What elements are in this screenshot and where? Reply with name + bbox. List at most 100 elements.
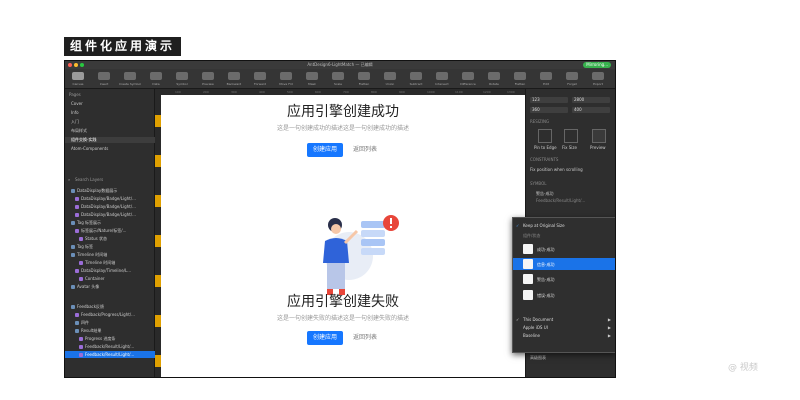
section-heading: 组件/状态 — [523, 233, 541, 238]
folder-icon — [71, 189, 75, 193]
symbol-option[interactable]: 错误-成功 — [537, 293, 554, 299]
layer-item[interactable]: Result结果 — [65, 327, 155, 334]
toolbar-subtract-button[interactable]: Subtract — [407, 71, 425, 87]
layer-item[interactable]: Avatar 头像 — [65, 283, 155, 290]
create-app-button[interactable]: 创建应用 — [307, 331, 343, 345]
toolbar-rotate-button[interactable]: Rotate — [485, 71, 503, 87]
page-item[interactable]: Atom-Components — [71, 146, 108, 151]
symbol-icon — [79, 261, 83, 265]
toolbar-preview-button[interactable]: Preview — [199, 71, 217, 87]
height-input[interactable]: 400 — [572, 107, 610, 113]
symbol-icon — [79, 345, 83, 349]
toolbar-canvas-button[interactable]: Canvas — [69, 71, 87, 87]
layer-item[interactable]: Status 状态 — [65, 235, 155, 242]
layer-item[interactable]: 标签展示/Nature/标签/... — [65, 227, 155, 234]
symbol-swap-menu: ✓ Keep at Original Size 组件/状态 成功-成功 信息-成功… — [512, 217, 615, 353]
toolbar-export-button[interactable]: Export — [589, 71, 607, 87]
toolbar-backward-button[interactable]: Backward — [225, 71, 243, 87]
layer-item[interactable]: 四件 — [65, 319, 155, 326]
toolbar-insert-button[interactable]: Insert — [95, 71, 113, 87]
design-canvas[interactable]: 100 200 300 400 500 600 700 800 900 1000… — [155, 89, 525, 377]
toolbar-forward-button[interactable]: Forward — [251, 71, 269, 87]
canvas-icon — [72, 72, 84, 80]
pin-to-edge-icon[interactable] — [538, 129, 552, 143]
rotate-icon — [488, 72, 500, 80]
layer-item[interactable]: DataDisplay/Badge/Light/... — [65, 195, 155, 202]
layer-item[interactable]: DataDisplay/Timeline/L... — [65, 267, 155, 274]
keep-original-size-checkbox[interactable]: ✓ Keep at Original Size — [513, 222, 615, 229]
layer-item[interactable]: Tag 标签展示 — [65, 219, 155, 226]
folder-icon — [75, 329, 79, 333]
library-item[interactable]: ✓ This Document ▶ — [513, 316, 615, 323]
toolbar-scale-button[interactable]: Scale — [329, 71, 347, 87]
fix-size-icon[interactable] — [564, 129, 578, 143]
layer-item[interactable]: Progress 进度条 — [65, 335, 155, 342]
toolbar-union-button[interactable]: Union — [381, 71, 399, 87]
back-to-list-link[interactable]: 返回列表 — [353, 143, 377, 157]
toolbar-difference-button[interactable]: Difference — [459, 71, 477, 87]
toolbar-create-symbol-button[interactable]: Create Symbol — [119, 71, 141, 87]
library-item[interactable]: Apple iOS UI ▶ — [513, 324, 615, 331]
symbol-option[interactable]: 警告-成功 — [537, 277, 554, 283]
symbol-name[interactable]: 警告-成功 — [536, 191, 553, 197]
fix-position-checkbox[interactable]: Fix position when scrolling — [530, 167, 583, 173]
y-input[interactable]: 2800 — [572, 97, 610, 103]
symbol-thumbnail — [523, 290, 533, 300]
toolbar: Canvas Insert Create Symbol Data Symbol … — [65, 69, 615, 89]
page-item[interactable]: Info — [71, 110, 79, 115]
layer-item[interactable]: Feedback/Progress/Light/... — [65, 311, 155, 318]
layer-item[interactable]: DataDisplay/Badge/Light/... — [65, 211, 155, 218]
backward-icon — [228, 72, 240, 80]
symbol-icon — [75, 205, 79, 209]
toolbar-edit-button[interactable]: Edit — [537, 71, 555, 87]
fail-title: 应用引擎创建失败 — [287, 294, 399, 310]
forward-icon — [254, 72, 266, 80]
toolbar-move-button[interactable]: Move Frd — [277, 71, 295, 87]
create-app-button[interactable]: 创建应用 — [307, 143, 343, 157]
folder-icon — [75, 321, 79, 325]
toolbar-mask-button[interactable]: Mask — [303, 71, 321, 87]
chevron-right-icon: ▶ — [607, 317, 611, 322]
layer-item-selected[interactable]: Feedback/Result/Light/... — [65, 351, 155, 358]
layer-item[interactable]: Timeline 时间轴 — [65, 259, 155, 266]
chevron-right-icon: ▶ — [607, 333, 611, 338]
toolbar-flatten-button[interactable]: Flatten — [355, 71, 373, 87]
page-item[interactable]: 布局样式 — [71, 128, 87, 134]
toolbar-flatten2-button[interactable]: Flatten — [511, 71, 529, 87]
symbol-thumbnail — [523, 244, 533, 254]
success-title: 应用引擎创建成功 — [287, 104, 399, 120]
layer-item[interactable]: Feedback/Result/Light/... — [65, 343, 155, 350]
symbol-option[interactable]: 成功-成功 — [537, 247, 554, 253]
library-item[interactable]: Baseline ▶ — [513, 332, 615, 339]
layer-item[interactable]: DataDisplay/Badge/Light/... — [65, 203, 155, 210]
layer-item[interactable]: Tag 标签 — [65, 243, 155, 250]
title-bar: AntDesign6-LightMatch — 已编辑 Mirroring... — [65, 61, 615, 69]
layer-item[interactable]: Timeline 时间轴 — [65, 251, 155, 258]
layer-item[interactable]: DataDisplay数据展示 — [65, 187, 155, 194]
mirroring-badge[interactable]: Mirroring... — [583, 62, 611, 68]
page-item-selected[interactable]: 组件交换-实践 — [65, 137, 155, 143]
toolbar-forget-button[interactable]: Forget — [563, 71, 581, 87]
layer-search-input[interactable]: Search Layers — [75, 177, 103, 182]
artboard[interactable]: 应用引擎创建成功 这是一句创建成功的描述这是一句创建成功的描述 创建应用 返回列… — [161, 95, 525, 377]
layer-item[interactable]: Feedback反馈 — [65, 303, 155, 310]
layer-item[interactable]: Container — [65, 275, 155, 282]
symbol-icon — [79, 277, 83, 281]
symbol-icon — [124, 72, 136, 80]
page-item[interactable]: Cover — [71, 101, 83, 106]
toolbar-data-button[interactable]: Data — [147, 71, 165, 87]
symbol-option-selected[interactable]: 信息-成功 — [537, 262, 554, 268]
union-icon — [384, 72, 396, 80]
illustration-image — [323, 215, 399, 295]
flatten-icon — [514, 72, 526, 80]
toolbar-intersect-button[interactable]: Intersect — [433, 71, 451, 87]
success-description: 这是一句创建成功的描述这是一句创建成功的描述 — [276, 125, 409, 132]
toolbar-symbol-button[interactable]: Symbol — [173, 71, 191, 87]
page-item[interactable]: 入门 — [71, 119, 79, 125]
data-icon — [150, 72, 162, 80]
x-input[interactable]: 123 — [530, 97, 568, 103]
folder-icon — [71, 285, 75, 289]
window-title: AntDesign6-LightMatch — 已编辑 — [307, 62, 373, 67]
width-input[interactable]: 360 — [530, 107, 568, 113]
back-to-list-link[interactable]: 返回列表 — [353, 331, 377, 345]
